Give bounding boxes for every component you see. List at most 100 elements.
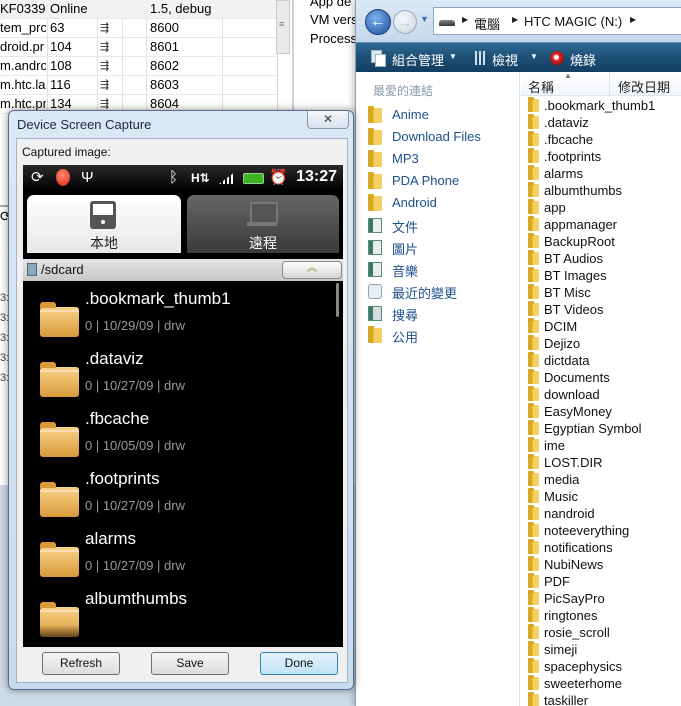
file-list-item[interactable]: media [521,471,681,488]
tab-remote[interactable]: 遠程 [187,195,339,253]
address-bar[interactable]: ▶ 電腦 ▶ HTC MAGIC (N:) ▶ [433,7,681,35]
device-icon [90,201,116,229]
organize-dropdown-icon[interactable]: ▼ [449,52,457,61]
tab-local[interactable]: 本地 [27,195,181,253]
file-list-item[interactable]: ringtones [521,607,681,624]
phone-file-item[interactable]: alarms 0 | 10/27/09 | drw [23,525,333,585]
back-button[interactable]: ← [365,9,391,35]
process-row[interactable]: droid.pr 104 ⇶ 8601 [0,38,278,57]
nav-item[interactable]: Download Files [356,127,519,149]
file-list-item[interactable]: .footprints [521,148,681,165]
debug-icon: ⇶ [100,41,110,53]
nav-item[interactable]: MP3 [356,149,519,171]
file-list-item[interactable]: PDF [521,573,681,590]
refresh-button[interactable]: Refresh [42,652,120,675]
table-scrollbar[interactable]: ≡ [276,0,290,54]
file-name: PDF [544,574,570,589]
folder-icon [528,165,539,180]
file-list-item[interactable]: Dejizo [521,335,681,352]
close-button[interactable]: ✕ [307,111,349,129]
folder-icon [528,658,539,673]
organize-icon [371,50,386,67]
folder-icon [528,556,539,571]
file-name: BT Videos [544,302,604,317]
file-list-item[interactable]: BT Videos [521,301,681,318]
file-list-item[interactable]: Documents [521,369,681,386]
phone-file-item[interactable]: .footprints 0 | 10/27/09 | drw [23,465,333,525]
file-list-item[interactable]: Music [521,488,681,505]
process-name: m.htc.lau [0,77,46,92]
breadcrumb-arrow-icon[interactable]: ▶ [462,15,468,24]
file-list-item[interactable]: BT Misc [521,284,681,301]
nav-item[interactable]: 最近的變更 [356,281,519,303]
phone-file-item[interactable]: .dataviz 0 | 10/27/09 | drw [23,345,333,405]
nav-item[interactable]: PDA Phone [356,171,519,193]
file-list-item[interactable]: BackupRoot [521,233,681,250]
explorer-toolbar: 組合管理 ▼ 檢視 ▼ 燒錄 [356,42,681,72]
file-list-item[interactable]: nandroid [521,505,681,522]
file-list-item[interactable]: notifications [521,539,681,556]
folder-icon [528,386,539,401]
organize-button[interactable]: 組合管理 [392,50,444,69]
nav-item[interactable]: 搜尋 [356,303,519,325]
phone-file-item[interactable]: .bookmark_thumb1 0 | 10/29/09 | drw [23,285,333,345]
file-list-item[interactable]: download [521,386,681,403]
file-list-item[interactable]: rosie_scroll [521,624,681,641]
file-list-item[interactable]: Egyptian Symbol [521,420,681,437]
file-list-item[interactable]: NubiNews [521,556,681,573]
file-list-item[interactable]: spacephysics [521,658,681,675]
file-list-item[interactable]: appmanager [521,216,681,233]
breadcrumb-arrow-icon[interactable]: ▶ [630,15,636,24]
breadcrumb-drive[interactable]: HTC MAGIC (N:) [524,14,622,29]
column-header-date[interactable]: 修改日期 [618,77,670,96]
nav-item[interactable]: 文件 [356,215,519,237]
history-dropdown-icon[interactable]: ▼ [420,14,429,24]
breadcrumb-arrow-icon[interactable]: ▶ [512,15,518,24]
nav-item[interactable]: Android [356,193,519,215]
phone-file-item[interactable]: .fbcache 0 | 10/05/09 | drw [23,405,333,465]
file-list-item[interactable]: .dataviz [521,114,681,131]
file-list-item[interactable]: taskiller [521,692,681,706]
file-name: EasyMoney [544,404,612,419]
nav-item[interactable]: Anime [356,105,519,127]
nav-item[interactable]: 音樂 [356,259,519,281]
file-name: nandroid [544,506,595,521]
process-row[interactable]: m.andro 108 ⇶ 8602 [0,57,278,76]
dialog-title: Device Screen Capture [17,117,152,132]
file-list-item[interactable]: .bookmark_thumb1 [521,97,681,114]
phone-scrollbar[interactable] [336,283,339,317]
file-list-item[interactable]: simeji [521,641,681,658]
file-list-item[interactable]: BT Images [521,267,681,284]
nav-item[interactable]: 公用 [356,325,519,347]
file-list-item[interactable]: EasyMoney [521,403,681,420]
file-list-item[interactable]: albumthumbs [521,182,681,199]
nav-item[interactable]: 圖片 [356,237,519,259]
done-button[interactable]: Done [260,652,338,675]
file-list-item[interactable]: DCIM [521,318,681,335]
view-button[interactable]: 檢視 [492,50,518,69]
device-screen-capture-dialog: Device Screen Capture ✕ Captured image: … [8,110,354,690]
file-list-item[interactable]: dictdata [521,352,681,369]
save-button[interactable]: Save [151,652,229,675]
process-row[interactable]: m.htc.lau 116 ⇶ 8603 [0,76,278,95]
file-list-item[interactable]: app [521,199,681,216]
parent-folder-button[interactable]: ︽ [282,261,342,279]
file-list-item[interactable]: noteeverything [521,522,681,539]
burn-button[interactable]: 燒錄 [570,50,596,69]
file-name: noteeverything [544,523,630,538]
file-list-item[interactable]: BT Audios [521,250,681,267]
view-dropdown-icon[interactable]: ▼ [530,52,538,61]
file-list-item[interactable]: sweeterhome [521,675,681,692]
file-list-item[interactable]: ime [521,437,681,454]
forward-button[interactable]: → [393,10,417,34]
bluetooth-icon: ᛒ [169,169,179,186]
file-list-item[interactable]: LOST.DIR [521,454,681,471]
process-row[interactable]: tem_prc 63 ⇶ 8600 [0,19,278,38]
file-list-item[interactable]: PicSayPro [521,590,681,607]
device-row[interactable]: KF0339 Online 1.5, debug [0,0,278,19]
breadcrumb-computer[interactable]: 電腦 [474,14,500,33]
file-list-item[interactable]: .fbcache [521,131,681,148]
file-list-item[interactable]: alarms [521,165,681,182]
column-header-name[interactable]: 名稱 [528,77,554,96]
column-divider[interactable] [609,72,610,96]
